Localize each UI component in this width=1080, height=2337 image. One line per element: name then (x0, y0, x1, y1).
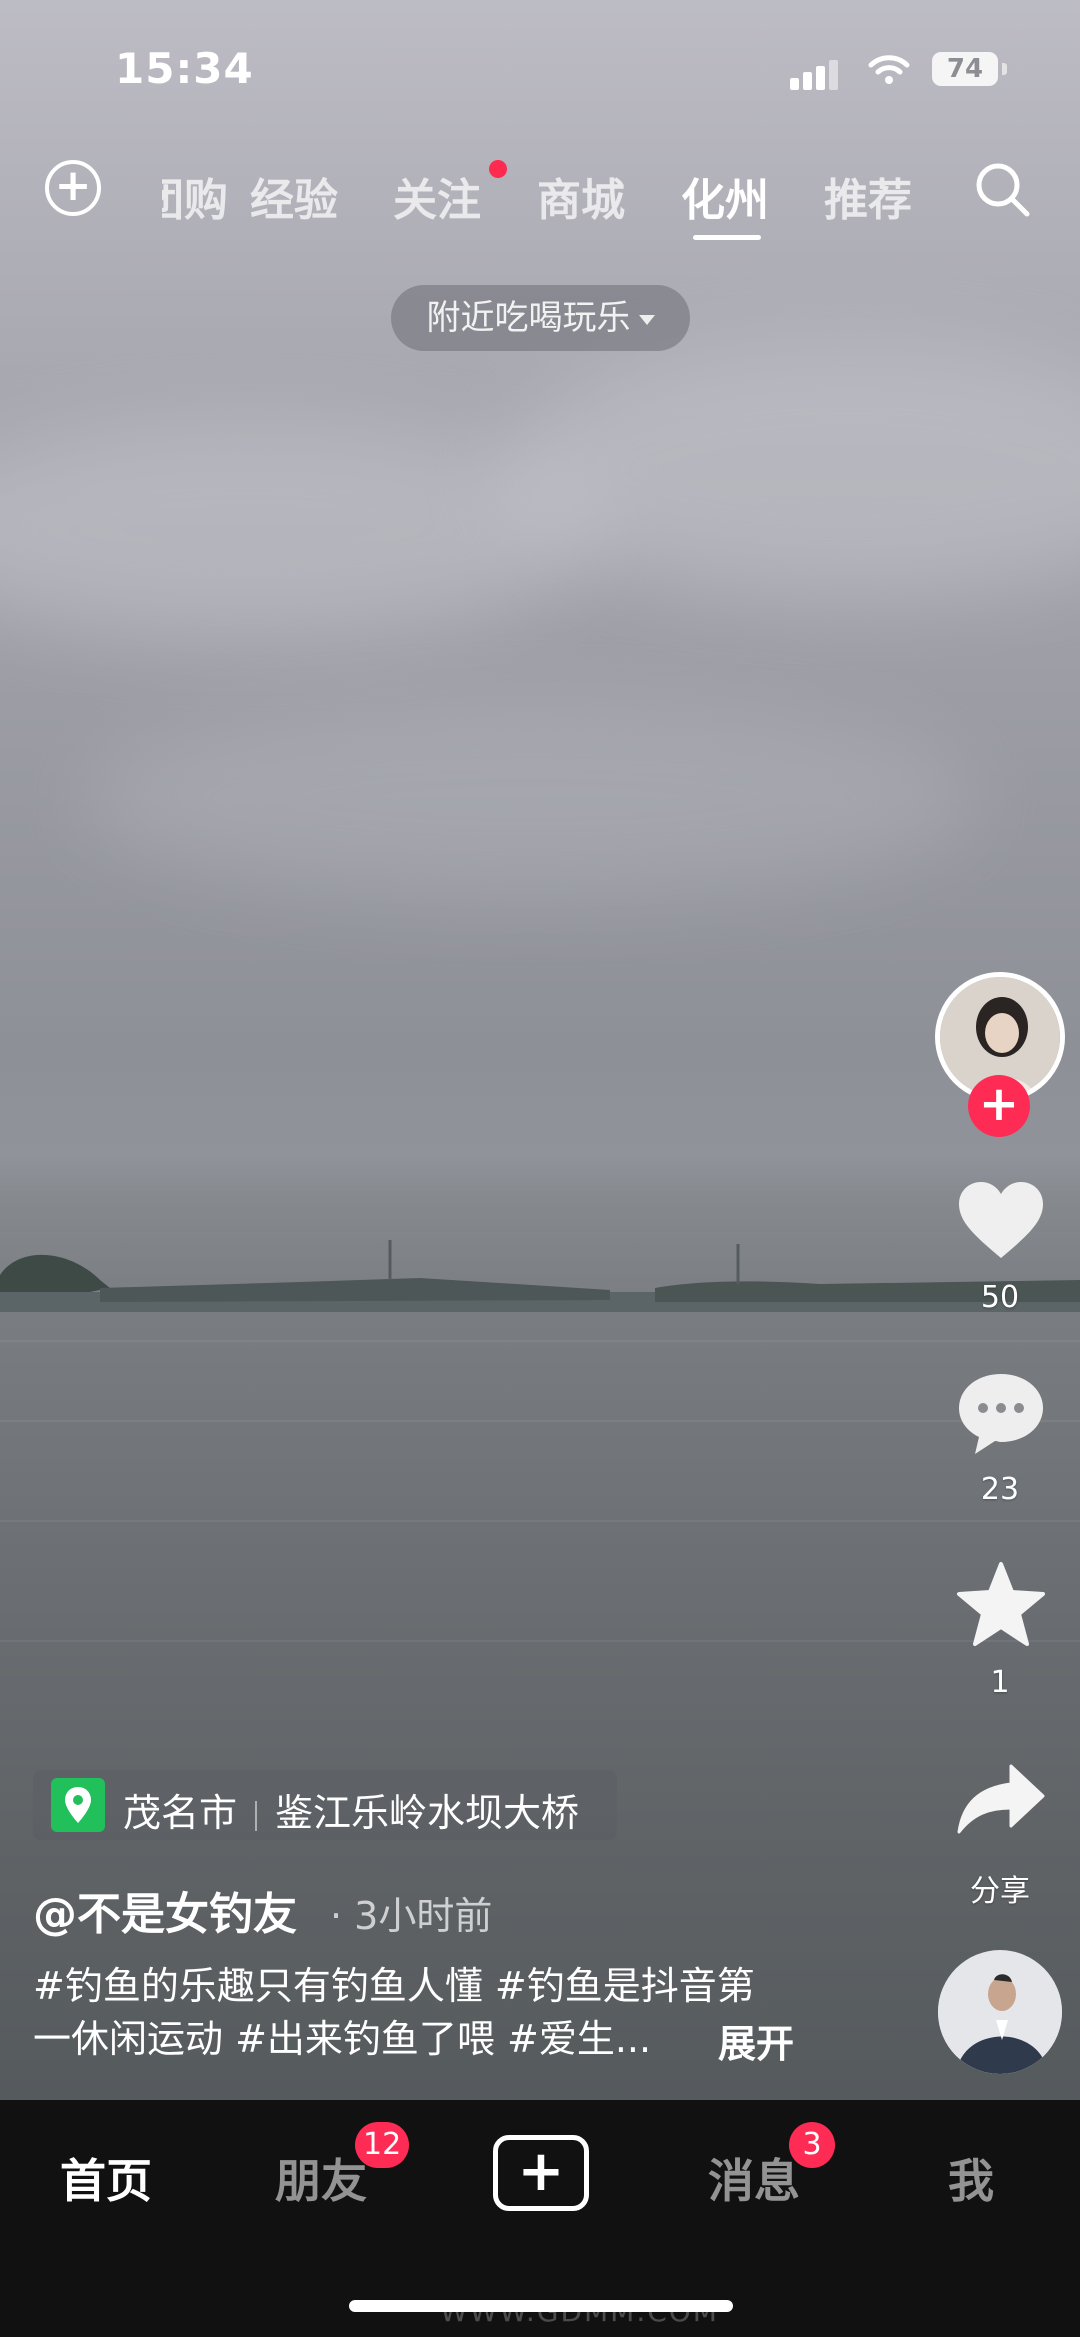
caret-down-icon (638, 314, 655, 325)
site-watermark: WWW.GDMM.COM (440, 2295, 719, 2328)
post-time-ago: · 3小时前 (330, 1894, 493, 1938)
nav-me[interactable]: 我 (948, 2145, 994, 2211)
caption-line-1: #钓鱼的乐趣只有钓鱼人懂 #钓鱼是抖音第 (33, 1964, 755, 2008)
search-icon[interactable] (973, 160, 1033, 220)
horizon-shoreline (0, 1240, 1080, 1312)
nearby-filter-pill[interactable]: 附近吃喝玩乐 (391, 285, 690, 351)
favorite-count: 1 (990, 1665, 1010, 1700)
nav-home[interactable]: 首页 (60, 2145, 152, 2211)
add-circle-icon[interactable]: + (45, 160, 101, 216)
follow-button[interactable]: + (968, 1075, 1030, 1137)
map-pin-icon (51, 1778, 105, 1832)
location-text: 茂名市 鉴江乐岭水坝大桥 (123, 1782, 579, 1837)
tab-experience[interactable]: 经验 (250, 164, 338, 228)
author-name[interactable]: @不是女钓友 (33, 1878, 297, 1942)
cellular-signal-icon (790, 60, 842, 90)
wifi-icon (868, 55, 910, 84)
heart-icon[interactable] (955, 1178, 1047, 1262)
top-tab-bar: + 团购 经验 关注 商城 化州 推荐 (0, 160, 1080, 240)
comment-count: 23 (980, 1472, 1020, 1507)
status-time: 15:34 (115, 44, 254, 93)
tab-following[interactable]: 关注 (393, 164, 481, 228)
messages-badge: 3 (789, 2122, 835, 2168)
nav-messages[interactable]: 消息 (708, 2145, 800, 2211)
nav-friends[interactable]: 朋友 (275, 2145, 367, 2211)
post-caption[interactable]: #钓鱼的乐趣只有钓鱼人懂 #钓鱼是抖音第 一休闲运动 #出来钓鱼了喂 #爱生..… (33, 1960, 833, 2066)
star-icon[interactable] (955, 1560, 1047, 1648)
status-bar: 15:34 74 (0, 44, 1080, 94)
tab-group-buy[interactable]: 团购 (162, 164, 228, 228)
music-cover-photo (938, 1950, 1062, 2074)
comment-icon[interactable] (955, 1368, 1047, 1458)
tab-recommend[interactable]: 推荐 (824, 164, 912, 228)
following-notification-dot (489, 160, 507, 178)
battery-tip (1002, 63, 1007, 75)
location-divider (255, 1800, 258, 1831)
active-tab-indicator (693, 235, 761, 240)
friends-badge: 12 (355, 2122, 410, 2168)
caption-line-2: 一休闲运动 #出来钓鱼了喂 #爱生... (33, 2017, 652, 2061)
music-disc[interactable] (938, 1950, 1062, 2074)
expand-caption-button[interactable]: 展开 (718, 2013, 794, 2068)
nearby-filter-label: 附近吃喝玩乐 (426, 298, 631, 338)
share-label: 分享 (970, 1874, 1030, 1909)
tab-mall[interactable]: 商城 (537, 164, 625, 228)
share-icon[interactable] (955, 1762, 1047, 1838)
tab-local-city[interactable]: 化州 (681, 164, 769, 228)
like-count: 50 (980, 1280, 1020, 1315)
battery-indicator: 74 (932, 52, 998, 86)
location-city: 茂名市 (123, 1791, 238, 1835)
create-post-button[interactable]: + (493, 2135, 589, 2211)
location-tag[interactable]: 茂名市 鉴江乐岭水坝大桥 (33, 1770, 617, 1840)
location-place: 鉴江乐岭水坝大桥 (275, 1791, 580, 1835)
